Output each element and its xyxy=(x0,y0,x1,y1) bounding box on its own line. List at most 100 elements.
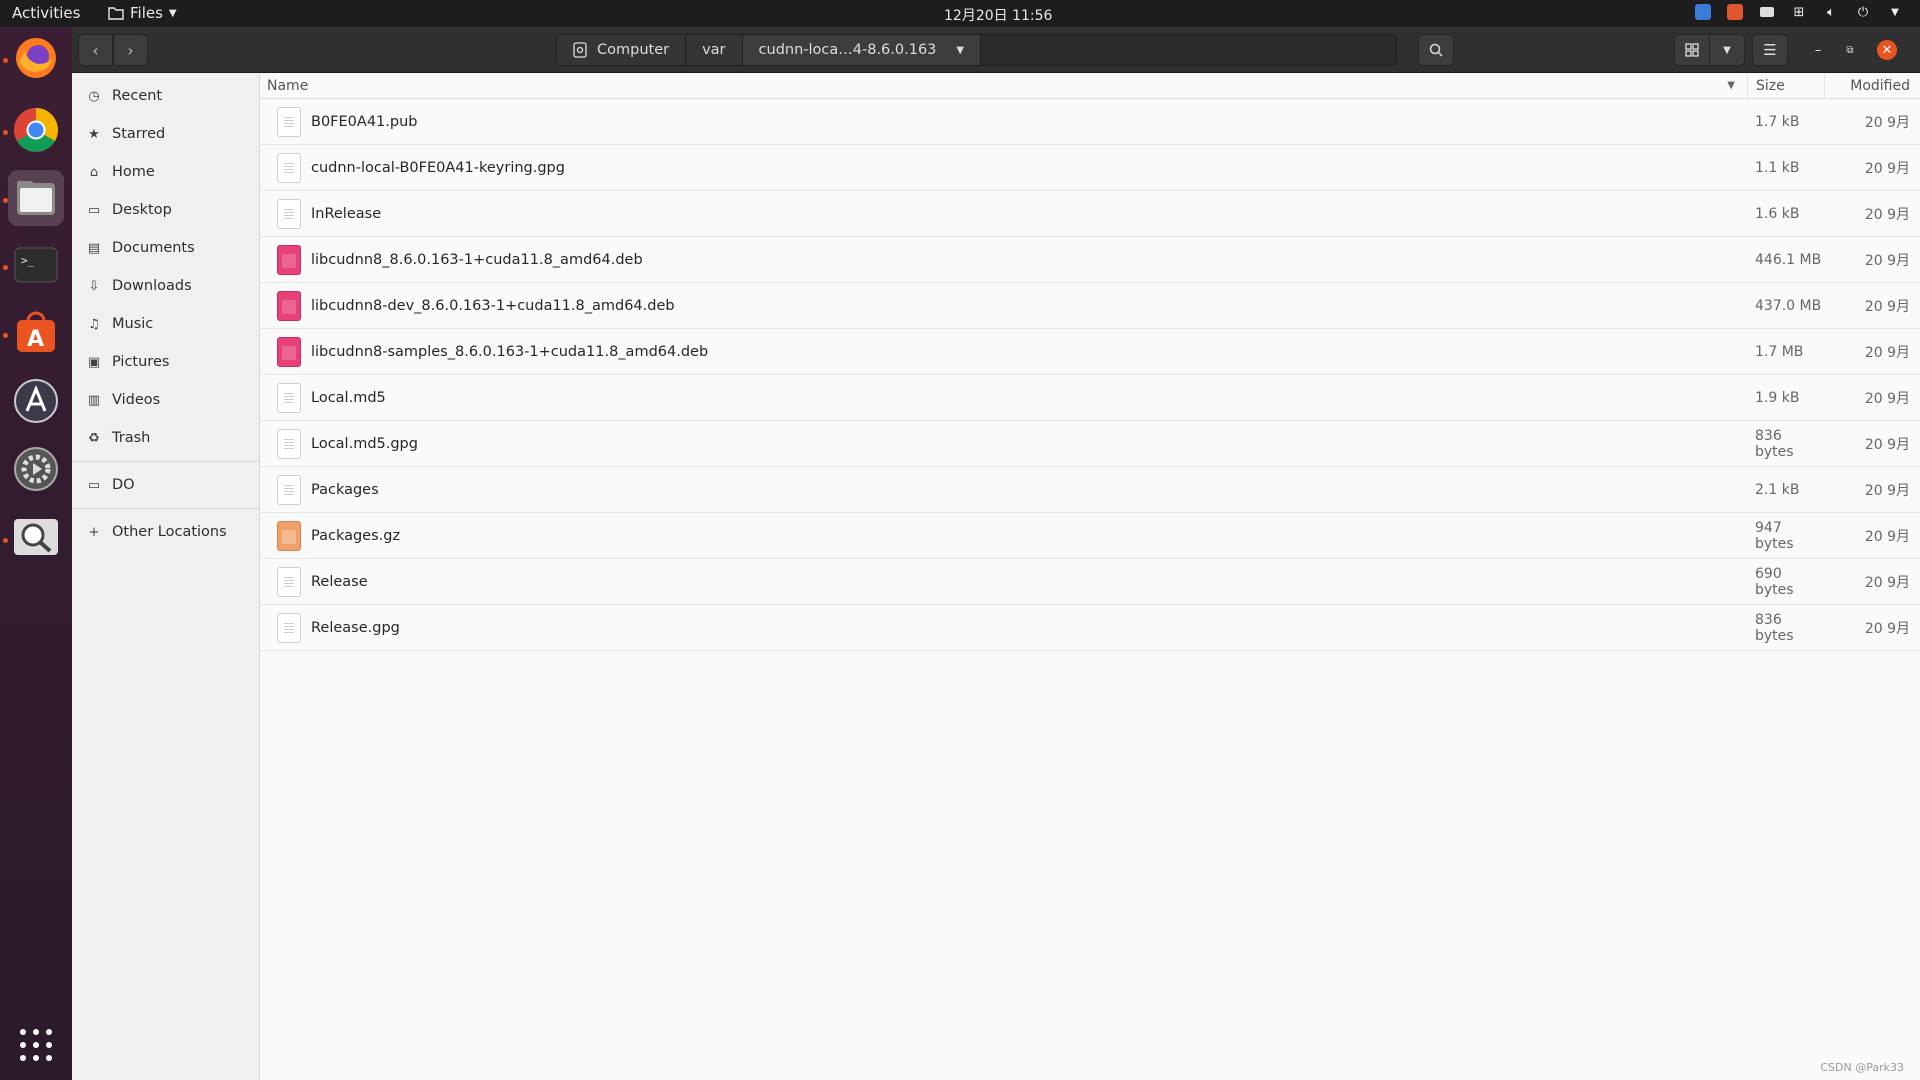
file-name: Packages.gz xyxy=(311,527,401,544)
sidebar-item-recent[interactable]: ◷ Recent xyxy=(72,77,259,115)
file-size: 437.0 MB xyxy=(1755,297,1822,314)
sidebar-item-desktop[interactable]: ▭ Desktop xyxy=(72,191,259,229)
chevron-down-icon[interactable]: ▼ xyxy=(1886,3,1904,21)
column-size-header[interactable]: Size xyxy=(1747,73,1824,98)
file-row[interactable]: InRelease 1.6 kB 20 9月 xyxy=(261,191,1920,237)
file-row[interactable]: B0FE0A41.pub 1.7 kB 20 9月 xyxy=(261,99,1920,145)
keyboard-icon[interactable] xyxy=(1758,3,1776,21)
system-tray: ⊞ 🔈︎ ⏻ ▼ xyxy=(1694,3,1904,21)
column-modified-header[interactable]: Modified xyxy=(1824,73,1920,98)
file-modified: 20 9月 xyxy=(1864,390,1910,407)
file-name: libcudnn8-dev_8.6.0.163-1+cuda11.8_amd64… xyxy=(311,297,675,314)
sidebar-item-pictures[interactable]: ▣ Pictures xyxy=(72,343,259,381)
path-crumb-computer[interactable]: Computer xyxy=(557,35,687,65)
column-name-header[interactable]: Name ▼ xyxy=(261,73,1747,98)
magnifier-icon xyxy=(1429,43,1443,57)
app-indicator-orange-icon[interactable] xyxy=(1726,3,1744,21)
sidebar-item-trash[interactable]: ♻ Trash xyxy=(72,419,259,457)
file-row[interactable]: Local.md5 1.9 kB 20 9月 xyxy=(261,375,1920,421)
file-name-cell: InRelease xyxy=(261,198,1747,229)
activities-button[interactable]: Activities xyxy=(12,4,80,22)
navigation-buttons: ‹ › xyxy=(78,34,148,66)
sidebar-item-label: Downloads xyxy=(112,278,192,294)
grid-view-button[interactable] xyxy=(1674,34,1710,66)
svg-text:>_: >_ xyxy=(21,254,35,267)
file-name: libcudnn8_8.6.0.163-1+cuda11.8_amd64.deb xyxy=(311,251,643,268)
minimize-icon: – xyxy=(1814,42,1822,58)
search-icon[interactable] xyxy=(8,509,64,565)
settings-icon[interactable] xyxy=(8,441,64,497)
file-size: 1.7 kB xyxy=(1755,113,1800,130)
view-options-button[interactable]: ▼ xyxy=(1709,34,1745,66)
maximize-button[interactable]: ⧉ xyxy=(1840,40,1860,60)
sidebar-item-music[interactable]: ♫ Music xyxy=(72,305,259,343)
file-row[interactable]: Packages 2.1 kB 20 9月 xyxy=(261,467,1920,513)
app-menu[interactable]: Files ▼ xyxy=(108,4,177,22)
file-row[interactable]: Packages.gz 947 bytes 20 9月 xyxy=(261,513,1920,559)
path-crumb-var[interactable]: var xyxy=(686,35,743,65)
chevron-down-icon: ▼ xyxy=(956,44,965,56)
sidebar-item-label: Videos xyxy=(112,392,161,408)
close-button[interactable]: ✕ xyxy=(1877,40,1897,60)
file-size: 446.1 MB xyxy=(1755,251,1822,268)
crumb-label: cudnn-loca…4-8.6.0.163 xyxy=(758,42,937,58)
file-modified: 20 9月 xyxy=(1864,206,1910,223)
chevron-down-icon: ▼ xyxy=(1723,44,1731,56)
file-modified: 20 9月 xyxy=(1864,252,1910,269)
main-menu-button[interactable]: ☰ xyxy=(1752,34,1788,66)
terminal-icon[interactable]: >_ xyxy=(8,237,64,293)
forward-button[interactable]: › xyxy=(113,34,148,66)
file-row[interactable]: Local.md5.gpg 836 bytes 20 9月 xyxy=(261,421,1920,467)
file-size: 836 bytes xyxy=(1755,611,1794,644)
sidebar-item-videos[interactable]: ▥ Videos xyxy=(72,381,259,419)
text-file-icon xyxy=(277,566,301,597)
power-icon[interactable]: ⏻ xyxy=(1854,3,1872,21)
back-button[interactable]: ‹ xyxy=(78,34,113,66)
sidebar-item-documents[interactable]: ▤ Documents xyxy=(72,229,259,267)
file-row[interactable]: libcudnn8_8.6.0.163-1+cuda11.8_amd64.deb… xyxy=(261,237,1920,283)
minimize-button[interactable]: – xyxy=(1808,40,1828,60)
file-name: Local.md5.gpg xyxy=(311,435,418,452)
software-icon[interactable]: A xyxy=(8,305,64,361)
pictures-icon: ▣ xyxy=(87,354,101,370)
sidebar-item-label: Documents xyxy=(112,240,195,256)
file-row[interactable]: Release.gpg 836 bytes 20 9月 xyxy=(261,605,1920,651)
show-apps-icon[interactable] xyxy=(18,1027,54,1063)
file-size: 836 bytes xyxy=(1755,427,1794,460)
sidebar-item-bookmark-do[interactable]: ▭ DO xyxy=(72,466,259,504)
file-row[interactable]: Release 690 bytes 20 9月 xyxy=(261,559,1920,605)
chevron-down-icon: ▼ xyxy=(168,7,177,19)
file-rows: B0FE0A41.pub 1.7 kB 20 9月 cudnn-local-B0FE0… xyxy=(261,99,1920,651)
hamburger-icon: ☰ xyxy=(1763,41,1777,59)
file-row[interactable]: libcudnn8-dev_8.6.0.163-1+cuda11.8_amd64… xyxy=(261,283,1920,329)
sidebar-item-downloads[interactable]: ⇩ Downloads xyxy=(72,267,259,305)
sidebar-item-starred[interactable]: ★ Starred xyxy=(72,115,259,153)
home-icon: ⌂ xyxy=(89,164,99,180)
volume-icon[interactable]: 🔈︎ xyxy=(1822,3,1840,21)
firefox-icon[interactable] xyxy=(8,30,64,86)
path-crumb-current[interactable]: cudnn-loca…4-8.6.0.163 ▼ xyxy=(742,35,982,65)
file-row[interactable]: libcudnn8-samples_8.6.0.163-1+cuda11.8_a… xyxy=(261,329,1920,375)
videos-icon: ▥ xyxy=(87,392,101,408)
sidebar-item-home[interactable]: ⌂ Home xyxy=(72,153,259,191)
clock[interactable]: 12月20日 11:56 xyxy=(944,5,1052,25)
deb-package-icon xyxy=(277,336,301,367)
file-list: Name ▼ Size Modified B0FE0A41.pub 1.7 kB 2… xyxy=(261,73,1920,1080)
sidebar-item-other-locations[interactable]: + Other Locations xyxy=(72,513,259,551)
sidebar-item-label: Desktop xyxy=(112,202,172,218)
app-store-icon[interactable] xyxy=(8,373,64,429)
file-size: 2.1 kB xyxy=(1755,481,1800,498)
files-icon[interactable] xyxy=(8,170,64,226)
file-row[interactable]: cudnn-local-B0FE0A41-keyring.gpg 1.1 kB 20… xyxy=(261,145,1920,191)
archive-icon xyxy=(277,520,301,551)
file-modified: 20 9月 xyxy=(1864,298,1910,315)
dock: >_ A xyxy=(0,27,72,1080)
sidebar-item-label: DO xyxy=(112,477,135,493)
search-button[interactable] xyxy=(1418,34,1454,66)
file-modified: 20 9月 xyxy=(1864,620,1910,637)
sidebar-item-label: Pictures xyxy=(112,354,170,370)
chrome-icon[interactable] xyxy=(8,102,64,158)
file-size: 1.7 MB xyxy=(1755,343,1804,360)
network-icon[interactable]: ⊞ xyxy=(1790,3,1808,21)
app-indicator-blue-icon[interactable] xyxy=(1694,3,1712,21)
